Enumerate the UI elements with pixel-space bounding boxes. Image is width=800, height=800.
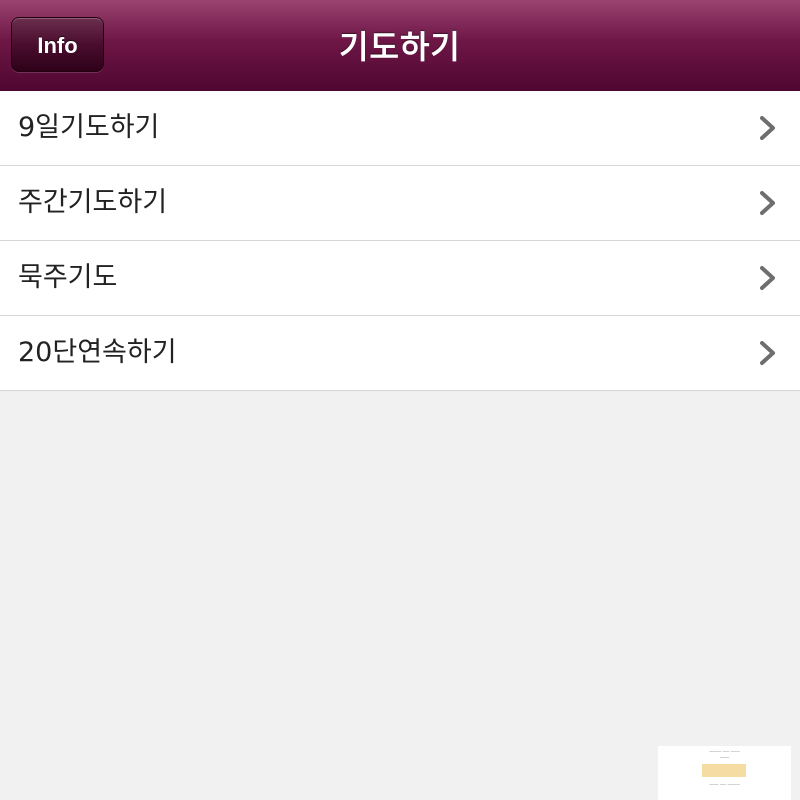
banner-text-line: ─── ── ──── xyxy=(709,782,740,788)
chevron-right-icon xyxy=(760,116,775,140)
list-item-label: 주간기도하기 xyxy=(18,187,168,218)
banner-text-line: ─── xyxy=(719,755,730,761)
ad-banner[interactable]: ──── ── ─── ─── ─── ── ──── xyxy=(658,746,791,800)
list-item-rosary[interactable]: 묵주기도 xyxy=(0,241,800,316)
navigation-bar: Info 기도하기 xyxy=(0,0,800,92)
list-item-label: 묵주기도 xyxy=(18,262,118,293)
chevron-right-icon xyxy=(760,266,775,290)
list-item-novena[interactable]: 9일기도하기 xyxy=(0,91,800,166)
menu-list: 9일기도하기 주간기도하기 묵주기도 20단연속하기 xyxy=(0,91,800,391)
list-item-label: 20단연속하기 xyxy=(18,337,177,368)
chevron-right-icon xyxy=(760,341,775,365)
list-item-20-decades[interactable]: 20단연속하기 xyxy=(0,316,800,391)
banner-logo xyxy=(702,764,746,777)
list-item-label: 9일기도하기 xyxy=(18,112,160,143)
chevron-right-icon xyxy=(760,191,775,215)
page-title: 기도하기 xyxy=(339,28,461,66)
list-item-weekly-prayer[interactable]: 주간기도하기 xyxy=(0,166,800,241)
